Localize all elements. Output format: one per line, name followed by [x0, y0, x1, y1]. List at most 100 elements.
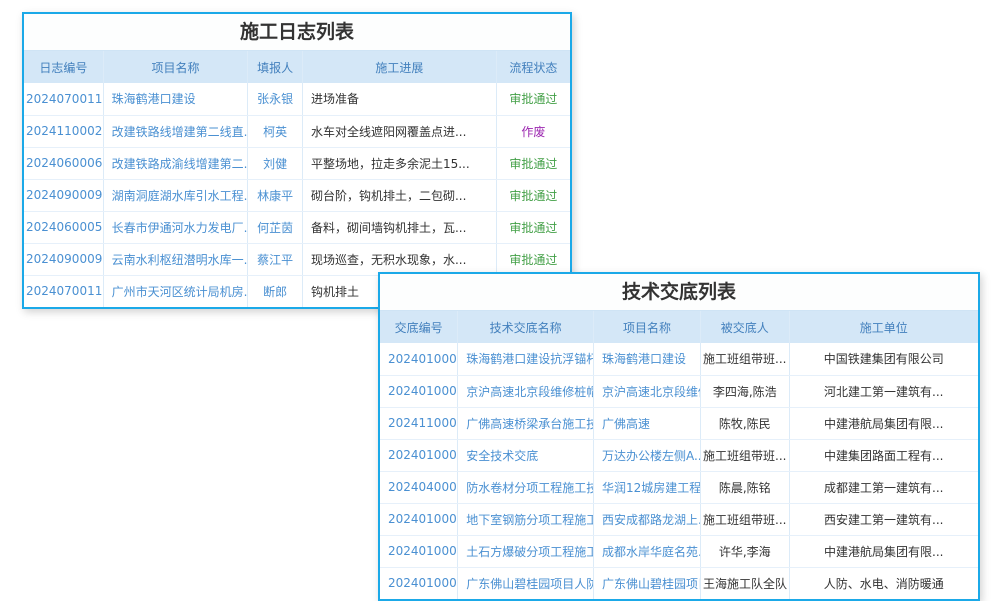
table-row: 2024040001防水卷材分项工程施工技...华润12城房建工程...陈晨,陈…: [380, 471, 978, 503]
table-row: 2024070011珠海鹤港口建设张永银进场准备审批通过: [24, 83, 570, 115]
table-row: 2024010002地下室钢筋分项工程施工...西安成都路龙湖上...施工班组带…: [380, 503, 978, 535]
receiver-text: 陈晨,陈铭: [701, 471, 790, 503]
reporter-link[interactable]: 张永银: [248, 83, 303, 115]
log-id-link[interactable]: 2024070011: [24, 83, 103, 115]
project-name-link[interactable]: 广佛高速: [593, 407, 700, 439]
table-row: 2024010002土石方爆破分项工程施工...成都水岸华庭名苑...许华,李海…: [380, 535, 978, 567]
disclosure-name-link[interactable]: 地下室钢筋分项工程施工...: [458, 503, 594, 535]
unit-text: 中建港航局集团有限...: [789, 407, 978, 439]
unit-text: 成都建工第一建筑有...: [789, 471, 978, 503]
project-name-link[interactable]: 云南水利枢纽潜明水库一...: [103, 243, 248, 275]
column-header-disclosure-name: 技术交底名称: [458, 311, 594, 344]
tech-disclosure-header-row: 交底编号 技术交底名称 项目名称 被交底人 施工单位: [380, 311, 978, 344]
status-badge: 审批通过: [496, 211, 570, 243]
project-name-link[interactable]: 改建铁路线增建第二线直...: [103, 115, 248, 147]
project-name-link[interactable]: 湖南洞庭湖水库引水工程...: [103, 179, 248, 211]
column-header-status: 流程状态: [496, 51, 570, 84]
reporter-link[interactable]: 何芷茵: [248, 211, 303, 243]
progress-text: 现场巡查，无积水现象，水...: [302, 243, 496, 275]
project-name-link[interactable]: 广东佛山碧桂园项目: [593, 567, 700, 599]
disclosure-id-link[interactable]: 2024110001: [380, 407, 458, 439]
reporter-link[interactable]: 柯英: [248, 115, 303, 147]
reporter-link[interactable]: 林康平: [248, 179, 303, 211]
table-row: 2024110002改建铁路线增建第二线直...柯英水车对全线遮阳网覆盖点进..…: [24, 115, 570, 147]
disclosure-name-link[interactable]: 安全技术交底: [458, 439, 594, 471]
log-id-link[interactable]: 2024060006: [24, 147, 103, 179]
disclosure-id-link[interactable]: 2024010001: [380, 567, 458, 599]
log-id-link[interactable]: 2024090009: [24, 243, 103, 275]
unit-text: 河北建工第一建筑有...: [789, 375, 978, 407]
receiver-text: 王海施工队全队: [701, 567, 790, 599]
disclosure-name-link[interactable]: 土石方爆破分项工程施工...: [458, 535, 594, 567]
column-header-project-name: 项目名称: [593, 311, 700, 344]
column-header-receiver: 被交底人: [701, 311, 790, 344]
project-name-link[interactable]: 改建铁路成渝线增建第二...: [103, 147, 248, 179]
construction-log-table: 日志编号 项目名称 填报人 施工进展 流程状态 2024070011珠海鹤港口建…: [24, 50, 570, 307]
project-name-link[interactable]: 京沪高速北京段维修: [593, 375, 700, 407]
column-header-log-id: 日志编号: [24, 51, 103, 84]
receiver-text: 施工班组带班...: [701, 439, 790, 471]
tech-disclosure-body: 2024010003珠海鹤港口建设抗浮锚杆...珠海鹤港口建设施工班组带班...…: [380, 343, 978, 599]
project-name-link[interactable]: 万达办公楼左侧A...: [593, 439, 700, 471]
table-row: 2024110001广佛高速桥梁承台施工技...广佛高速陈牧,陈民中建港航局集团…: [380, 407, 978, 439]
project-name-link[interactable]: 西安成都路龙湖上...: [593, 503, 700, 535]
column-header-reporter: 填报人: [248, 51, 303, 84]
unit-text: 中建集团路面工程有...: [789, 439, 978, 471]
table-row: 2024090009云南水利枢纽潜明水库一...蔡江平现场巡查，无积水现象，水.…: [24, 243, 570, 275]
project-name-link[interactable]: 华润12城房建工程...: [593, 471, 700, 503]
project-name-link[interactable]: 成都水岸华庭名苑...: [593, 535, 700, 567]
disclosure-id-link[interactable]: 2024010003: [380, 343, 458, 375]
column-header-construction-unit: 施工单位: [789, 311, 978, 344]
log-id-link[interactable]: 2024110002: [24, 115, 103, 147]
status-badge: 审批通过: [496, 179, 570, 211]
disclosure-id-link[interactable]: 2024040001: [380, 471, 458, 503]
log-id-link[interactable]: 2024090009: [24, 179, 103, 211]
disclosure-name-link[interactable]: 广佛高速桥梁承台施工技...: [458, 407, 594, 439]
progress-text: 备料，砌间墙钩机排土，瓦...: [302, 211, 496, 243]
progress-text: 进场准备: [302, 83, 496, 115]
table-row: 2024010004京沪高速北京段维修桩帽...京沪高速北京段维修李四海,陈浩河…: [380, 375, 978, 407]
project-name-link[interactable]: 珠海鹤港口建设: [103, 83, 248, 115]
disclosure-name-link[interactable]: 珠海鹤港口建设抗浮锚杆...: [458, 343, 594, 375]
status-badge: 审批通过: [496, 243, 570, 275]
unit-text: 中国铁建集团有限公司: [789, 343, 978, 375]
construction-log-card: 施工日志列表 日志编号 项目名称 填报人 施工进展 流程状态 202407001…: [22, 12, 572, 309]
column-header-progress: 施工进展: [302, 51, 496, 84]
disclosure-name-link[interactable]: 京沪高速北京段维修桩帽...: [458, 375, 594, 407]
unit-text: 西安建工第一建筑有...: [789, 503, 978, 535]
tech-disclosure-card: 技术交底列表 交底编号 技术交底名称 项目名称 被交底人 施工单位 202401…: [378, 272, 980, 601]
disclosure-id-link[interactable]: 2024010002: [380, 535, 458, 567]
table-row: 2024010001广东佛山碧桂园项目人防...广东佛山碧桂园项目王海施工队全队…: [380, 567, 978, 599]
tech-disclosure-title: 技术交底列表: [380, 274, 978, 310]
receiver-text: 陈牧,陈民: [701, 407, 790, 439]
project-name-link[interactable]: 长春市伊通河水力发电厂...: [103, 211, 248, 243]
receiver-text: 李四海,陈浩: [701, 375, 790, 407]
log-id-link[interactable]: 2024060005: [24, 211, 103, 243]
table-row: 2024060006改建铁路成渝线增建第二...刘健平整场地，拉走多余泥土15.…: [24, 147, 570, 179]
disclosure-id-link[interactable]: 2024010004: [380, 375, 458, 407]
table-row: 2024010003珠海鹤港口建设抗浮锚杆...珠海鹤港口建设施工班组带班...…: [380, 343, 978, 375]
table-row: 2024010003安全技术交底万达办公楼左侧A...施工班组带班...中建集团…: [380, 439, 978, 471]
reporter-link[interactable]: 刘健: [248, 147, 303, 179]
column-header-project-name: 项目名称: [103, 51, 248, 84]
disclosure-id-link[interactable]: 2024010003: [380, 439, 458, 471]
project-name-link[interactable]: 珠海鹤港口建设: [593, 343, 700, 375]
unit-text: 中建港航局集团有限...: [789, 535, 978, 567]
status-badge: 审批通过: [496, 83, 570, 115]
tech-disclosure-table: 交底编号 技术交底名称 项目名称 被交底人 施工单位 2024010003珠海鹤…: [380, 310, 978, 599]
construction-log-header-row: 日志编号 项目名称 填报人 施工进展 流程状态: [24, 51, 570, 84]
table-row: 2024090009湖南洞庭湖水库引水工程...林康平砌台阶，钩机排土，二包砌.…: [24, 179, 570, 211]
construction-log-title: 施工日志列表: [24, 14, 570, 50]
progress-text: 平整场地，拉走多余泥土15...: [302, 147, 496, 179]
disclosure-name-link[interactable]: 防水卷材分项工程施工技...: [458, 471, 594, 503]
log-id-link[interactable]: 2024070011: [24, 275, 103, 307]
unit-text: 人防、水电、消防暖通: [789, 567, 978, 599]
column-header-disclosure-id: 交底编号: [380, 311, 458, 344]
status-badge: 审批通过: [496, 147, 570, 179]
progress-text: 水车对全线遮阳网覆盖点进...: [302, 115, 496, 147]
disclosure-name-link[interactable]: 广东佛山碧桂园项目人防...: [458, 567, 594, 599]
disclosure-id-link[interactable]: 2024010002: [380, 503, 458, 535]
project-name-link[interactable]: 广州市天河区统计局机房...: [103, 275, 248, 307]
reporter-link[interactable]: 断郎: [248, 275, 303, 307]
reporter-link[interactable]: 蔡江平: [248, 243, 303, 275]
